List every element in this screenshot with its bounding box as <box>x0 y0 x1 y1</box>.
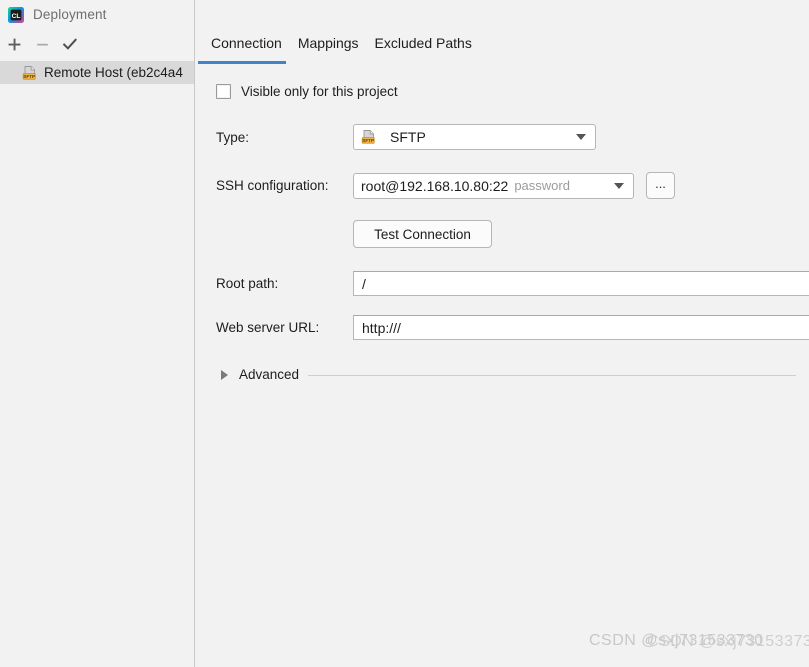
web-server-url-row: Web server URL: http:/// <box>216 315 809 340</box>
tab-connection[interactable]: Connection <box>203 33 290 57</box>
svg-text:SFTP: SFTP <box>362 138 374 143</box>
minus-icon <box>36 43 48 45</box>
active-tab-indicator <box>198 61 286 64</box>
root-path-input[interactable]: / <box>353 271 809 296</box>
clion-logo-icon: CL <box>8 6 24 23</box>
type-row: Type: SFTP SFTP <box>216 124 596 150</box>
ssh-configuration-combobox[interactable]: root@192.168.10.80:22 password <box>353 172 634 199</box>
root-path-label: Root path: <box>216 276 279 291</box>
connection-settings-panel: Connection Mappings Excluded Paths Visib… <box>195 0 809 667</box>
visible-only-checkbox[interactable] <box>216 84 231 99</box>
sidebar-toolbar <box>0 29 195 59</box>
remove-button[interactable] <box>28 31 56 57</box>
plus-icon <box>8 38 20 50</box>
tab-mappings[interactable]: Mappings <box>290 33 367 57</box>
ssh-configuration-value: root@192.168.10.80:22 <box>361 177 509 194</box>
host-list: SFTP Remote Host (eb2c4a4 <box>0 61 194 84</box>
sftp-icon: SFTP <box>361 129 377 145</box>
ssh-auth-hint: password <box>514 178 570 193</box>
svg-text:CL: CL <box>12 13 21 20</box>
web-server-url-label: Web server URL: <box>216 320 320 335</box>
check-icon <box>62 37 78 50</box>
visible-only-label: Visible only for this project <box>241 84 398 99</box>
test-connection-button[interactable]: Test Connection <box>353 220 492 248</box>
type-combobox[interactable]: SFTP SFTP <box>353 124 596 150</box>
set-default-button[interactable] <box>56 31 84 57</box>
deployment-sidebar: CL Deployment SFTP Remote Host (eb2c4a4 <box>0 0 195 667</box>
chevron-down-icon <box>576 134 586 140</box>
type-value: SFTP <box>390 129 426 145</box>
section-divider <box>308 375 796 376</box>
ssh-configuration-label: SSH configuration: <box>216 178 329 193</box>
visible-only-row[interactable]: Visible only for this project <box>216 84 398 99</box>
root-path-row: Root path: / <box>216 271 809 296</box>
ssh-configuration-row: SSH configuration: root@192.168.10.80:22… <box>216 172 675 199</box>
add-button[interactable] <box>0 31 28 57</box>
svg-text:SFTP: SFTP <box>23 73 35 78</box>
chevron-down-icon <box>614 182 624 189</box>
host-label: Remote Host (eb2c4a4 <box>44 65 183 80</box>
tab-excluded-paths[interactable]: Excluded Paths <box>367 33 480 57</box>
advanced-label: Advanced <box>239 367 300 382</box>
chevron-right-icon <box>221 369 228 380</box>
deployment-dialog: CL Deployment SFTP Remote Host (eb2c4a4 … <box>0 0 809 667</box>
panel-header: CL Deployment <box>0 0 195 29</box>
sftp-icon: SFTP <box>22 65 38 81</box>
advanced-section-header[interactable]: Advanced <box>216 367 796 382</box>
type-label: Type: <box>216 129 250 145</box>
web-server-url-input[interactable]: http:/// <box>353 315 809 340</box>
test-connection-row: Test Connection <box>353 220 492 248</box>
panel-title: Deployment <box>33 7 107 22</box>
watermark-text-overlay: CSDN @sxj731533730 <box>647 633 809 650</box>
list-item[interactable]: SFTP Remote Host (eb2c4a4 <box>0 61 194 84</box>
settings-tabs: Connection Mappings Excluded Paths <box>195 33 480 62</box>
ssh-browse-button[interactable]: ... <box>646 172 675 199</box>
